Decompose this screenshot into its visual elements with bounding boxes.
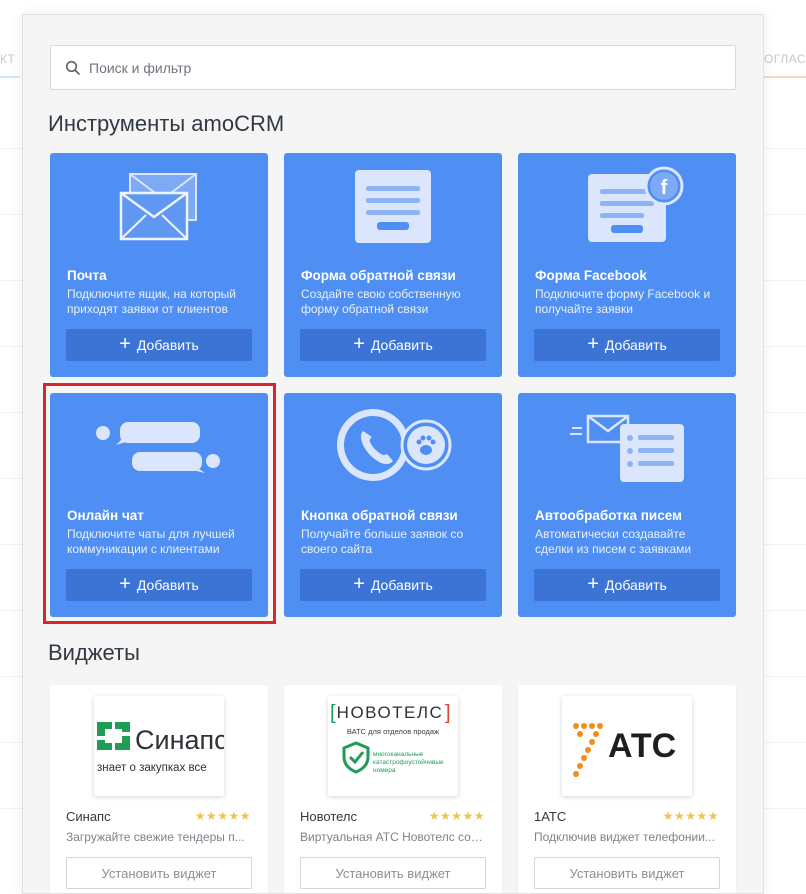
callback-phone-icon [337,409,452,481]
background-column-header-left: КТ [0,52,16,66]
tool-tile-feedback-form[interactable]: Форма обратной связи Создайте свою собст… [284,153,502,377]
widget-card-sinaps[interactable]: Синапс знает о закупках все Синапс ★★★★★… [50,685,268,893]
install-widget-button[interactable]: Установить виджет [66,857,252,889]
sinaps-logo: Синапс знает о закупках все [94,696,228,796]
svg-text:ВАТС для отделов продаж: ВАТС для отделов продаж [347,727,439,736]
svg-text:f: f [661,177,668,199]
svg-text:номера: номера [373,767,396,774]
sinaps-logo-image: Синапс знает о закупках все [97,722,228,774]
svg-text:АТС: АТС [608,727,676,765]
1ats-logo: АТС [562,696,692,796]
tool-title: Форма Facebook [535,268,647,283]
add-feedback-form-button[interactable]: + Добавить [300,329,486,361]
facebook-form-icon: f [588,166,684,242]
plus-icon: + [353,333,365,355]
search-icon [65,60,80,75]
widget-description: Виртуальная АТС Новотелс соз... [300,830,486,844]
install-widget-button[interactable]: Установить виджет [534,857,720,889]
widget-name: Новотелс [300,809,358,824]
svg-text:Синапс: Синапс [135,725,224,755]
integrations-panel: Инструменты amoCRM Почта Подключите ящик… [22,14,764,894]
rating-stars: ★★★★★ [662,809,719,823]
novotels-logo-image: [ НОВОТЕЛС ] ВАТС для отделов продаж мно… [330,702,451,774]
rating-stars: ★★★★★ [194,809,251,823]
tool-tile-callback-button[interactable]: Кнопка обратной связи Получайте больше з… [284,393,502,617]
tool-description: Подключите ящик, на который приходят зая… [67,287,236,316]
svg-text:[: [ [330,702,336,724]
tool-description: Автоматически создавайте сделки из писем… [535,527,692,556]
add-mail-button[interactable]: + Добавить [66,329,252,361]
tool-tile-mail-autoprocessing[interactable]: Автообработка писем Автоматически создав… [518,393,736,617]
background-underline-right [762,76,806,78]
svg-text:знает о закупках все: знает о закупках все [97,762,207,774]
widget-description: Загружайте свежие тендеры п... [66,830,245,844]
search-box[interactable] [50,45,736,90]
plus-icon: + [587,573,599,595]
add-facebook-form-button[interactable]: + Добавить [534,329,720,361]
widgets-section-title: Виджеты [48,640,140,665]
svg-text:НОВОТЕЛС: НОВОТЕЛС [337,703,444,722]
background-underline-left [0,76,20,78]
tool-title: Кнопка обратной связи [301,508,458,523]
add-button-label: Добавить [370,337,433,353]
svg-text:катастрофоустойчивые: катастрофоустойчивые [373,758,444,766]
1ats-logo-image: АТС [573,723,676,777]
tool-tile-mail[interactable]: Почта Подключите ящик, на который приход… [50,153,268,377]
tool-tile-facebook-form[interactable]: f Форма Facebook Подключите форму Facebo… [518,153,736,377]
form-icon [355,170,431,243]
tools-section-title: Инструменты amoCRM [48,111,285,136]
tool-description: Создайте свою собственную форму обратной… [301,287,461,316]
novotels-logo: [ НОВОТЕЛС ] ВАТС для отделов продаж мно… [328,696,458,796]
widget-card-1ats[interactable]: АТС 1АТС ★★★★★ Подключив виджет телефони… [518,685,736,893]
mail-to-list-icon [570,414,684,482]
add-callback-button[interactable]: + Добавить [300,569,486,601]
widget-name: 1АТС [534,809,567,824]
widget-description: Подключив виджет телефонии... [534,830,715,844]
widget-card-novotels[interactable]: [ НОВОТЕЛС ] ВАТС для отделов продаж мно… [284,685,502,893]
svg-text:]: ] [445,702,451,724]
plus-icon: + [119,333,131,355]
add-mail-autoprocessing-button[interactable]: + Добавить [534,569,720,601]
tool-title: Форма обратной связи [301,268,456,283]
plus-icon: + [587,333,599,355]
rating-stars: ★★★★★ [428,809,485,823]
add-button-label: Добавить [136,337,199,353]
add-button-label: Добавить [604,337,667,353]
install-widget-button[interactable]: Установить виджет [300,857,486,889]
highlight-frame [43,383,276,624]
mail-envelopes-icon [119,173,197,241]
search-input[interactable] [89,59,689,76]
widget-name: Синапс [66,809,111,824]
add-button-label: Добавить [370,577,433,593]
plus-icon: + [353,573,365,595]
tool-title: Почта [67,268,107,283]
svg-text:многоканальные: многоканальные [373,751,424,758]
tool-description: Подключите форму Facebook и получайте за… [535,287,711,316]
add-button-label: Добавить [604,577,667,593]
tool-description: Получайте больше заявок со своего сайта [301,527,464,556]
tool-title: Автообработка писем [535,508,683,523]
